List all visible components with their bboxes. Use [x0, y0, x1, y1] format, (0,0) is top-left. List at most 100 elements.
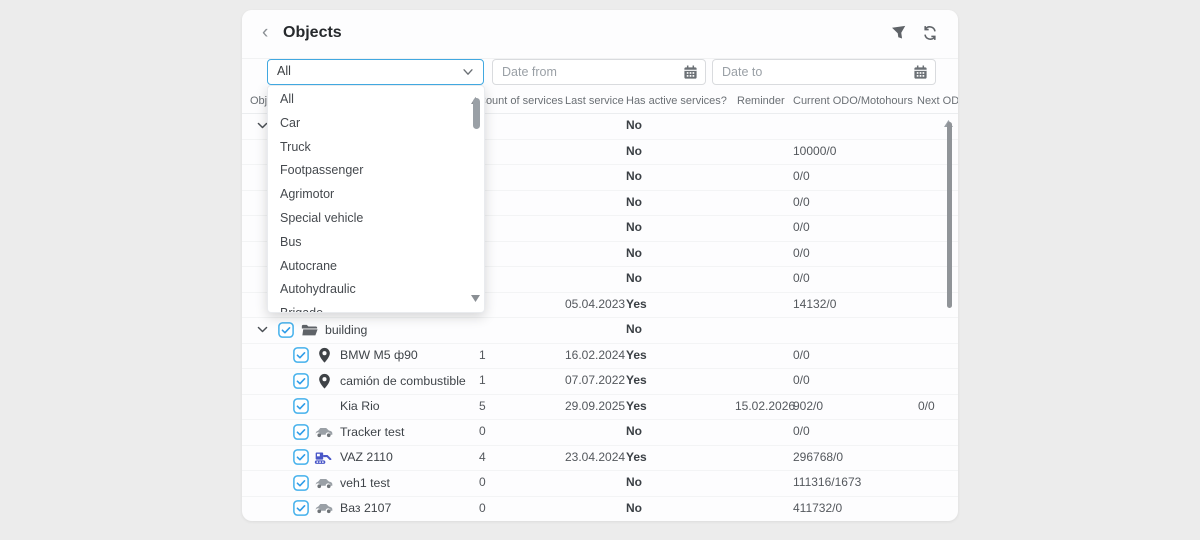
- last-service-cell: 05.04.2023: [565, 292, 625, 318]
- row-checkbox[interactable]: [293, 347, 309, 363]
- excavator-icon: [314, 450, 334, 465]
- current-odo-cell: 0/0: [793, 343, 810, 369]
- dropdown-option[interactable]: Car: [268, 112, 484, 136]
- table-row[interactable]: BMW M5 ф90 1 16.02.2024Yes 0/0: [242, 343, 958, 370]
- has-active-cell: No: [626, 241, 642, 267]
- page: ‹ Objects All: [0, 0, 1200, 540]
- current-odo-cell: 0/0: [793, 215, 810, 241]
- row-checkbox[interactable]: [293, 500, 309, 516]
- row-checkbox[interactable]: [293, 475, 309, 491]
- has-active-cell: No: [626, 266, 642, 292]
- dropdown-option[interactable]: Autocrane: [268, 255, 484, 279]
- count-cell: 4: [479, 445, 486, 471]
- table-row[interactable]: Kia Rio529.09.2025Yes15.02.2026902/00/0: [242, 394, 958, 421]
- current-odo-cell: 10000/0: [793, 139, 836, 165]
- object-name: VAZ 2110: [340, 450, 393, 464]
- dropdown-option[interactable]: Agrimotor: [268, 183, 484, 207]
- objects-panel: ‹ Objects All: [242, 10, 958, 521]
- object-cell: Ваз 2107: [242, 496, 391, 522]
- current-odo-cell: 14132/0: [793, 292, 836, 318]
- object-cell: Kia Rio: [242, 394, 380, 420]
- has-active-cell: No: [626, 164, 642, 190]
- calendar-icon[interactable]: [683, 65, 698, 80]
- page-title: Objects: [283, 24, 342, 42]
- table-row[interactable]: Ваз 2107 0 No 411732/0: [242, 496, 958, 522]
- object-type-select[interactable]: All: [267, 59, 484, 85]
- has-active-cell: Yes: [626, 394, 647, 420]
- filter-icon[interactable]: [891, 25, 908, 41]
- object-cell: BMW M5 ф90: [242, 343, 418, 369]
- panel-header: ‹ Objects: [242, 10, 958, 59]
- refresh-icon[interactable]: [922, 25, 938, 41]
- row-checkbox[interactable]: [293, 373, 309, 389]
- dropdown-option[interactable]: Truck: [268, 136, 484, 160]
- row-checkbox[interactable]: [293, 449, 309, 465]
- has-active-cell: No: [626, 419, 642, 445]
- date-from-field: [492, 59, 706, 85]
- current-odo-cell: 296768/0: [793, 445, 843, 471]
- select-value: All: [277, 60, 291, 83]
- chevron-down-icon: [461, 65, 475, 84]
- car-icon: [314, 502, 334, 514]
- back-button[interactable]: ‹: [262, 23, 268, 43]
- dropdown-scrollbar[interactable]: [473, 98, 480, 129]
- column-header: Last service: [565, 90, 624, 113]
- current-odo-cell: 0/0: [793, 190, 810, 216]
- has-active-cell: No: [626, 496, 642, 522]
- dropdown-option[interactable]: Autohydraulic: [268, 278, 484, 302]
- dropdown-option[interactable]: Brigade: [268, 302, 484, 313]
- table-row[interactable]: veh1 test0No111316/1673: [242, 470, 958, 497]
- has-active-cell: No: [626, 113, 642, 139]
- last-service-cell: 29.09.2025: [565, 394, 625, 420]
- column-header: Reminder: [737, 90, 785, 113]
- table-row[interactable]: camión de combustible107.07.2022Yes0/0: [242, 368, 958, 395]
- calendar-icon[interactable]: [913, 65, 928, 80]
- object-cell: Tracker test: [242, 419, 404, 445]
- table-row[interactable]: buildingNo: [242, 317, 958, 344]
- object-type-dropdown: AllCarTruckFootpassengerAgrimotorSpecial…: [267, 85, 485, 313]
- date-from-input[interactable]: [493, 60, 680, 84]
- has-active-cell: Yes: [626, 292, 647, 318]
- has-active-cell: No: [626, 190, 642, 216]
- count-cell: 5: [479, 394, 486, 420]
- last-service-cell: 23.04.2024: [565, 445, 625, 471]
- object-cell: building: [242, 317, 367, 343]
- dropdown-option[interactable]: All: [268, 88, 484, 112]
- table-scrollbar[interactable]: [947, 122, 952, 308]
- has-active-cell: Yes: [626, 368, 647, 394]
- object-cell: VAZ 2110: [242, 445, 393, 471]
- count-cell: 0: [479, 419, 486, 445]
- table-row[interactable]: Tracker test 0 No 0/0: [242, 419, 958, 446]
- count-cell: 0: [479, 496, 486, 522]
- table-row[interactable]: VAZ 2110 4 23.04.2024Yes 296768/0: [242, 445, 958, 472]
- object-name: Kia Rio: [340, 399, 380, 413]
- column-header: Next ODO/Motohours: [917, 90, 958, 113]
- current-odo-cell: 0/0: [793, 164, 810, 190]
- object-name: BMW M5 ф90: [340, 348, 418, 362]
- row-checkbox[interactable]: [278, 322, 294, 338]
- dropdown-option[interactable]: Special vehicle: [268, 207, 484, 231]
- row-checkbox[interactable]: [293, 398, 309, 414]
- object-cell: camión de combustible: [242, 368, 466, 394]
- last-service-cell: 07.07.2022: [565, 368, 625, 394]
- last-service-cell: 16.02.2024: [565, 343, 625, 369]
- column-header: Current ODO/Motohours: [793, 90, 913, 113]
- count-cell: 1: [479, 343, 486, 369]
- row-checkbox[interactable]: [293, 424, 309, 440]
- date-to-input[interactable]: [713, 60, 910, 84]
- dropdown-option[interactable]: Footpassenger: [268, 159, 484, 183]
- current-odo-cell: 411732/0: [793, 496, 842, 522]
- has-active-cell: Yes: [626, 445, 647, 471]
- row-expand-chevron-icon[interactable]: [256, 323, 269, 336]
- has-active-cell: No: [626, 139, 642, 165]
- current-odo-cell: 0/0: [793, 419, 810, 445]
- next-odo-cell: 0/0: [918, 394, 935, 420]
- pin-icon: [314, 347, 334, 363]
- dropdown-option[interactable]: Bus: [268, 231, 484, 255]
- pin-icon: [314, 373, 334, 389]
- has-active-cell: Yes: [626, 343, 647, 369]
- current-odo-cell: 902/0: [793, 394, 823, 420]
- dropdown-scroll-down-icon[interactable]: [471, 289, 480, 307]
- has-active-cell: No: [626, 215, 642, 241]
- count-cell: 0: [479, 470, 486, 496]
